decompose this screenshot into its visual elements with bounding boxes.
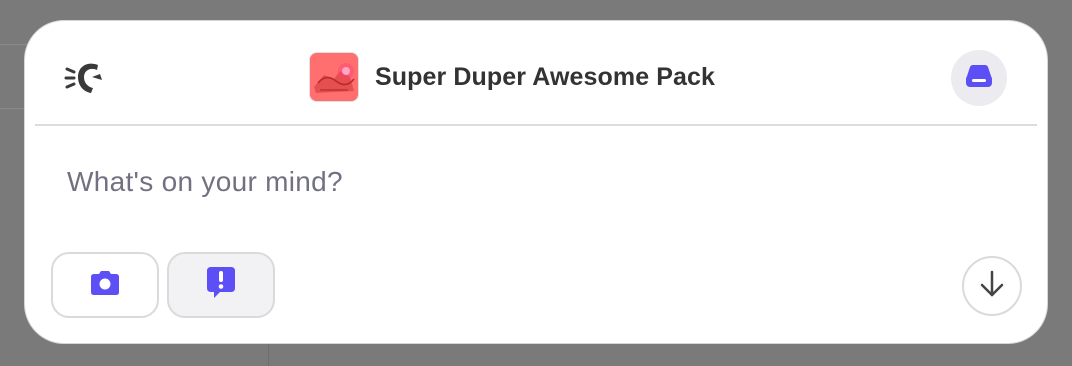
- add-photo-button[interactable]: [51, 252, 159, 318]
- scroll-down-button[interactable]: [962, 256, 1022, 316]
- camera-icon: [89, 269, 121, 302]
- drive-icon: [964, 64, 994, 93]
- drive-button[interactable]: [951, 50, 1007, 106]
- composer-header: Super Duper Awesome Pack: [25, 21, 1047, 125]
- header-divider: [35, 124, 1037, 126]
- post-composer-modal: Super Duper Awesome Pack What's on your …: [24, 20, 1048, 344]
- pack-thumbnail[interactable]: [309, 52, 359, 102]
- report-button[interactable]: [167, 252, 275, 318]
- report-icon: [206, 266, 236, 305]
- back-button[interactable]: [63, 57, 109, 103]
- pack-title: Super Duper Awesome Pack: [375, 62, 716, 91]
- post-text-input[interactable]: What's on your mind?: [67, 166, 343, 198]
- pack-title-group: Super Duper Awesome Pack: [309, 51, 715, 103]
- arrow-down-icon: [979, 269, 1005, 304]
- speed-back-icon: [64, 58, 108, 103]
